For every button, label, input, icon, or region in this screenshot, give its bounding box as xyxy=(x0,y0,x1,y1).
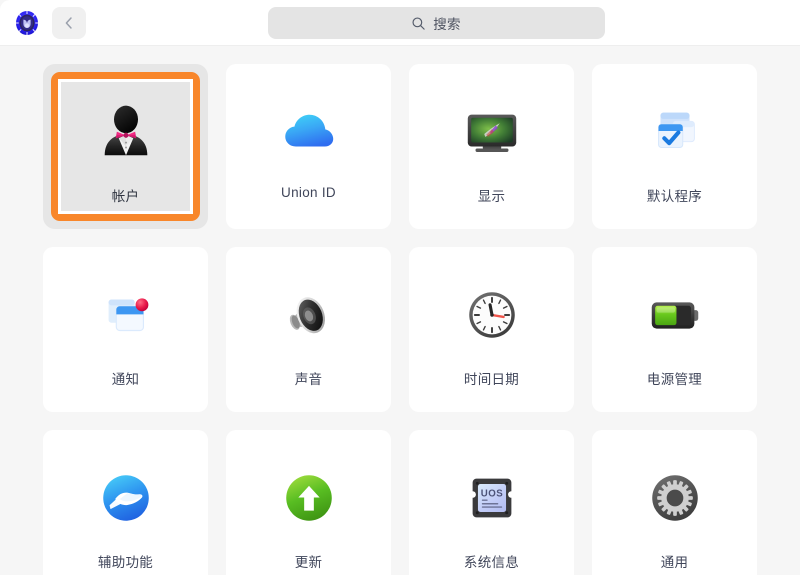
grid-item-update[interactable]: 更新 xyxy=(226,430,391,575)
grid-item-label: 声音 xyxy=(294,372,323,387)
grid-item-label: 默认程序 xyxy=(646,189,703,204)
back-button[interactable] xyxy=(52,7,86,39)
search-icon xyxy=(411,16,426,31)
battery-icon xyxy=(641,281,709,349)
grid-item-label: 辅助功能 xyxy=(97,555,154,570)
hand-accessibility-icon xyxy=(92,464,160,532)
monitor-icon xyxy=(458,98,526,166)
grid-item-label: 时间日期 xyxy=(463,372,520,387)
control-center-window: 搜索 帐户 Union ID 显示 默认程序 通知 声音 时间日期 电源管理 辅… xyxy=(0,0,800,575)
grid-item-label: 通知 xyxy=(111,372,140,387)
grid-item-general[interactable]: 通用 xyxy=(592,430,757,575)
svg-text:UOS: UOS xyxy=(480,489,502,500)
speaker-icon xyxy=(275,281,343,349)
grid-item-label: 显示 xyxy=(477,189,506,204)
grid-item-datetime[interactable]: 时间日期 xyxy=(409,247,574,412)
grid-item-label: 更新 xyxy=(294,555,323,570)
search-area: 搜索 xyxy=(86,7,786,39)
grid-item-accessibility[interactable]: 辅助功能 xyxy=(43,430,208,575)
grid-item-default-apps[interactable]: 默认程序 xyxy=(592,64,757,229)
chevron-left-icon xyxy=(61,15,77,31)
grid-item-label: 系统信息 xyxy=(463,555,520,570)
grid-item-label: 通用 xyxy=(660,555,689,570)
grid-item-power[interactable]: 电源管理 xyxy=(592,247,757,412)
grid-item-label: 电源管理 xyxy=(646,372,703,387)
grid-item-system-info[interactable]: UOS 系统信息 xyxy=(409,430,574,575)
gear-icon xyxy=(641,464,709,532)
titlebar: 搜索 xyxy=(0,0,800,46)
clock-icon xyxy=(458,281,526,349)
grid-item-notification[interactable]: 通知 xyxy=(43,247,208,412)
grid-item-union-id[interactable]: Union ID xyxy=(226,64,391,229)
grid-item-label: Union ID xyxy=(281,185,336,200)
notification-icon xyxy=(92,281,160,349)
arrow-up-circle-icon xyxy=(275,464,343,532)
grid-item-label: 帐户 xyxy=(111,189,140,204)
module-grid: 帐户 Union ID 显示 默认程序 通知 声音 时间日期 电源管理 辅助功能… xyxy=(0,46,800,575)
grid-item-accounts[interactable]: 帐户 xyxy=(43,64,208,229)
control-center-icon xyxy=(14,10,40,36)
user-account-icon xyxy=(92,98,160,166)
search-input[interactable]: 搜索 xyxy=(267,7,605,39)
grid-item-sound[interactable]: 声音 xyxy=(226,247,391,412)
grid-item-display[interactable]: 显示 xyxy=(409,64,574,229)
search-placeholder: 搜索 xyxy=(433,17,461,32)
default-programs-icon xyxy=(641,98,709,166)
cloud-icon xyxy=(275,98,343,166)
uos-chip-icon: UOS xyxy=(458,464,526,532)
